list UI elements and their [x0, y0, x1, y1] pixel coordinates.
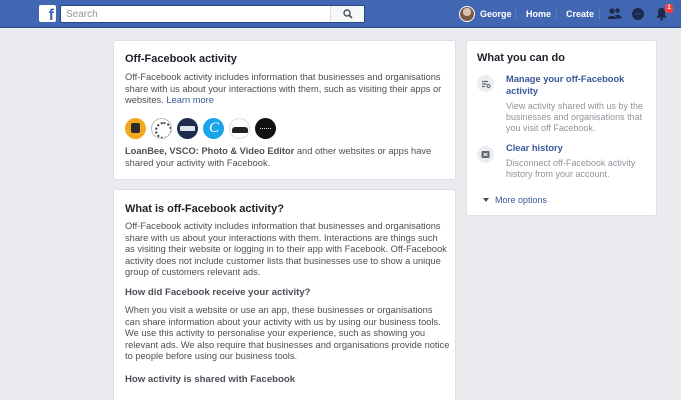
clear-history-item[interactable]: Clear history Disconnect off-Facebook ac… — [477, 143, 649, 183]
what-you-can-do-card: What you can do Manage your off-Facebook… — [466, 40, 657, 216]
what-is-card: What is off-Facebook activity? Off-Faceb… — [113, 189, 456, 400]
section-body: Off-Facebook activity includes informati… — [125, 221, 447, 277]
shared-apps-text: LoanBee, VSCO: Photo & Video Editor and … — [125, 146, 432, 168]
manage-activity-icon — [477, 75, 494, 92]
home-link[interactable]: Home — [526, 0, 551, 28]
loanbee-app-icon[interactable] — [125, 118, 146, 139]
app-icon[interactable] — [255, 118, 276, 139]
avatar[interactable] — [459, 6, 475, 22]
nav-divider — [515, 9, 516, 19]
search-button[interactable] — [330, 6, 364, 22]
card-description: Off-Facebook activity includes informati… — [125, 72, 442, 105]
learn-more-link[interactable]: Learn more — [166, 95, 214, 105]
search-box — [60, 5, 365, 23]
manage-activity-item[interactable]: Manage your off-Facebook activity View a… — [477, 74, 649, 134]
search-input[interactable] — [61, 6, 331, 22]
clear-history-icon — [477, 146, 494, 163]
off-facebook-activity-card: Off-Facebook activity Off-Facebook activ… — [113, 40, 456, 180]
card-title: Off-Facebook activity — [125, 53, 237, 65]
subsection-title: How did Facebook receive your activity? — [125, 287, 311, 298]
top-navigation-bar: f George Home Create 1 — [0, 0, 681, 28]
sidebar-title: What you can do — [477, 52, 565, 64]
clear-history-link[interactable]: Clear history — [506, 143, 646, 155]
notification-badge: 1 — [665, 4, 673, 13]
profile-link[interactable]: George — [480, 0, 512, 28]
more-options-link[interactable]: More options — [483, 195, 547, 205]
vsco-app-icon[interactable] — [151, 118, 172, 139]
nav-divider — [599, 9, 600, 19]
manage-activity-link[interactable]: Manage your off-Facebook activity — [506, 74, 646, 97]
caret-down-icon — [483, 198, 489, 202]
canva-app-icon[interactable]: C — [203, 118, 224, 139]
search-icon — [343, 9, 353, 19]
subsection-title: How activity is shared with Facebook — [125, 374, 296, 385]
section-title: What is off-Facebook activity? — [125, 203, 284, 215]
facebook-logo-icon[interactable]: f — [39, 5, 56, 24]
messenger-icon[interactable] — [631, 7, 645, 21]
manage-activity-description: View activity shared with us by the busi… — [506, 101, 643, 133]
app-icon[interactable] — [177, 118, 198, 139]
friends-icon[interactable] — [607, 7, 622, 21]
create-link[interactable]: Create — [566, 0, 594, 28]
shared-apps-names[interactable]: LoanBee, VSCO: Photo & Video Editor — [125, 146, 294, 156]
clear-history-description: Disconnect off-Facebook activity history… — [506, 158, 636, 179]
subsection-body: When you visit a website or use an app, … — [125, 305, 450, 361]
car-app-icon[interactable] — [229, 118, 250, 139]
nav-divider — [556, 9, 557, 19]
